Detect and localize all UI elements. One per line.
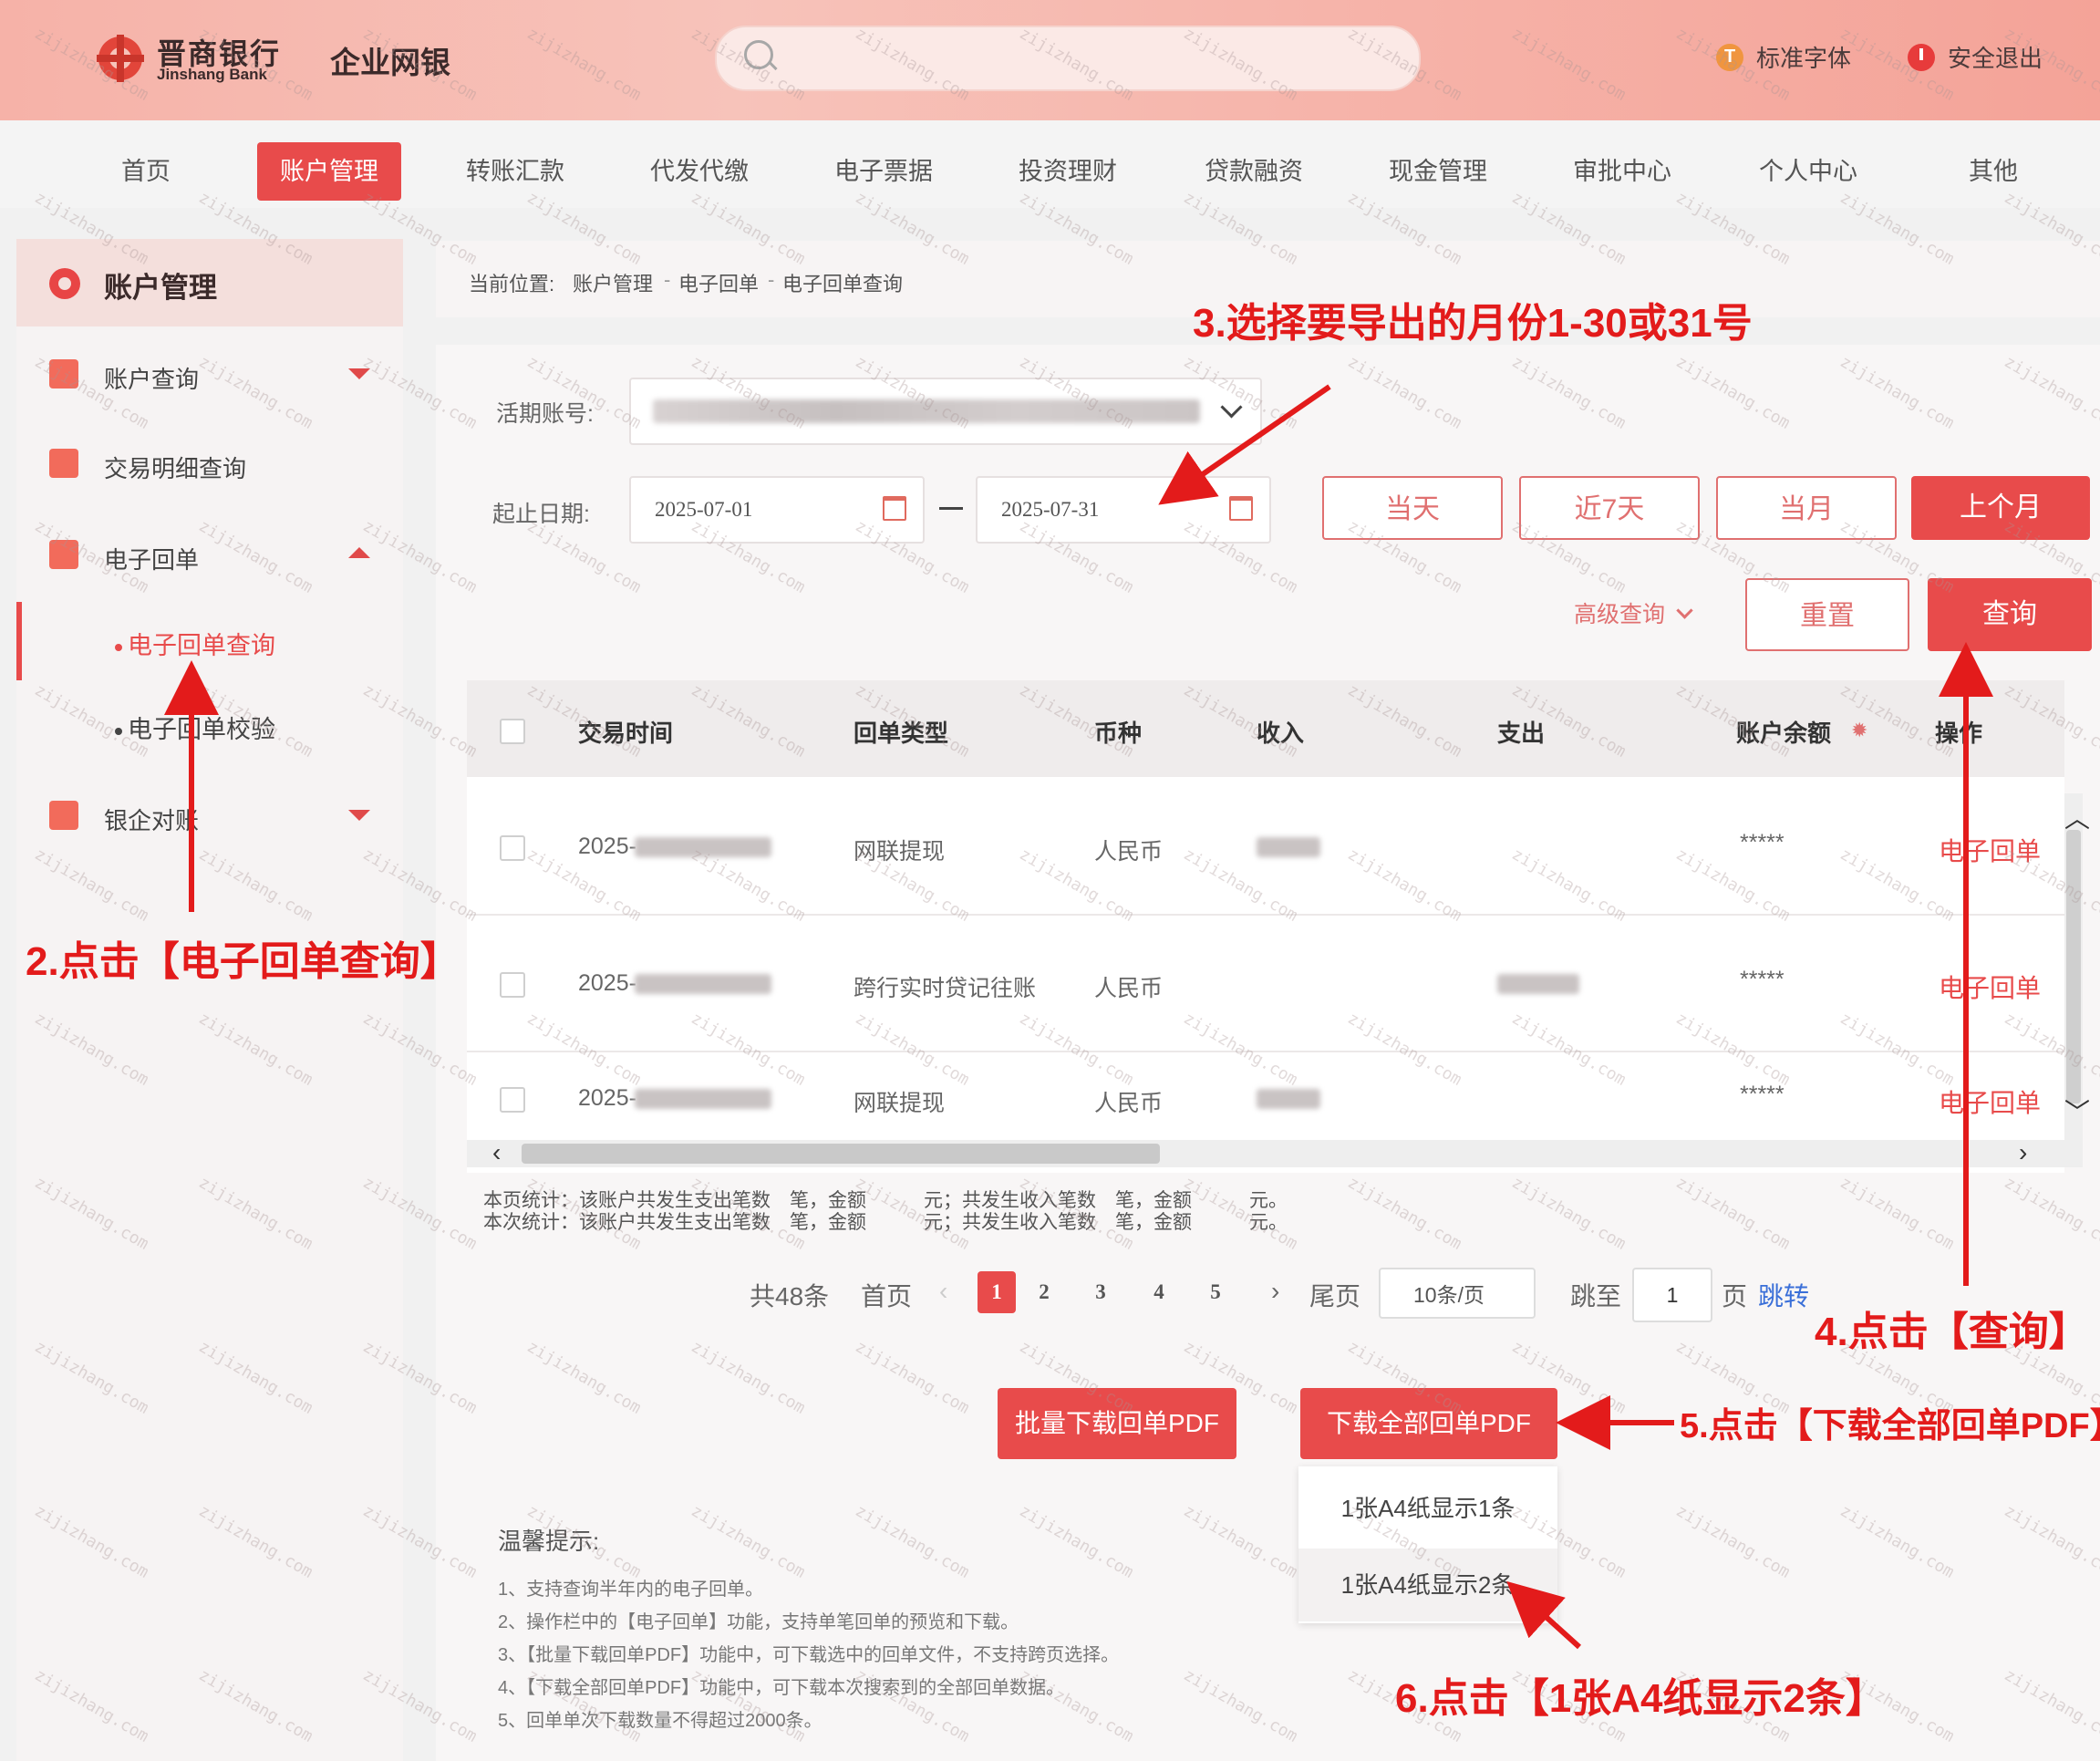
tip-item: 2、操作栏中的【电子回单】功能，支持单笔回单的预览和下载。 [498, 1612, 1019, 1632]
chevron-down-icon [348, 810, 370, 821]
last-month-button[interactable]: 上个月 [1911, 476, 2090, 540]
total-count: 共48条 [750, 1282, 830, 1310]
breadcrumb-item: 电子回单查询 [782, 273, 904, 295]
table-horizontal-scrollbar[interactable] [467, 1140, 2064, 1167]
nav-item-cash[interactable]: 现金管理 [1379, 142, 1497, 201]
scroll-right-icon[interactable]: › [2019, 1138, 2027, 1167]
gear-icon [49, 268, 80, 299]
reconcile-icon [49, 801, 78, 830]
advanced-query-toggle[interactable]: 高级查询 [1574, 596, 1693, 629]
page-unit: 页 [1722, 1282, 1748, 1310]
nav-item-bills[interactable]: 电子票据 [824, 142, 943, 201]
page-5[interactable]: 5 [1196, 1271, 1235, 1313]
nav-item-loan[interactable]: 贷款融资 [1195, 142, 1313, 201]
jump-label: 跳至 [1570, 1282, 1622, 1310]
annotation-step5: 5.点击【下载全部回单PDF】 [1680, 1407, 2100, 1445]
row-checkbox[interactable] [500, 835, 525, 861]
row-checkbox[interactable] [500, 972, 525, 998]
annotation-step2: 2.点击【电子回单查询】 [26, 939, 460, 984]
row-checkbox[interactable] [500, 1087, 525, 1113]
page-2[interactable]: 2 [1025, 1271, 1063, 1313]
page-3[interactable]: 3 [1081, 1271, 1120, 1313]
calendar-icon [883, 496, 906, 521]
sidebar-item-reconciliation[interactable]: 银企对账 [16, 790, 403, 844]
tip-item: 3、【批量下载回单PDF】功能中，可下载选中的回单文件，不支持跨页选择。 [498, 1645, 1120, 1665]
sidebar-title: 账户管理 [16, 239, 403, 326]
scroll-down-icon[interactable]: ﹀ [2064, 1093, 2090, 1129]
nav-item-account[interactable]: 账户管理 [257, 142, 401, 201]
nav-item-home[interactable]: 首页 [100, 142, 191, 201]
first-page-link[interactable]: 首页 [861, 1277, 912, 1313]
next-page-icon[interactable]: › [1271, 1277, 1279, 1306]
annotation-step3: 3.选择要导出的月份1-30或31号 [1193, 301, 1753, 346]
nav-item-other[interactable]: 其他 [1948, 142, 2039, 201]
chevron-up-icon [348, 547, 370, 558]
e-receipt-link[interactable]: 电子回单 [1939, 969, 2041, 1005]
last-page-link[interactable]: 尾页 [1309, 1277, 1360, 1313]
e-receipt-link[interactable]: 电子回单 [1939, 1083, 2041, 1120]
scroll-left-icon[interactable]: ‹ [492, 1138, 501, 1167]
jump-button[interactable]: 跳转 [1758, 1277, 1809, 1313]
main-nav: 首页 账户管理 转账汇款 代发代缴 电子票据 投资理财 贷款融资 现金管理 审批… [0, 120, 2100, 208]
sidebar-item-transactions[interactable]: 交易明细查询 [16, 438, 403, 492]
sidebar-subitem-receipt-query[interactable]: 电子回单查询 [115, 626, 275, 661]
calendar-icon [1229, 496, 1253, 521]
document-icon [49, 449, 78, 478]
receipt-table: 交易时间 回单类型 币种 收入 支出 账户余额 ✹ 操作 2025- 网联提现 … [467, 680, 2064, 1173]
page-4[interactable]: 4 [1140, 1271, 1178, 1313]
select-all-checkbox[interactable] [500, 719, 525, 744]
breadcrumb-item[interactable]: 账户管理 [573, 268, 653, 297]
annotation-step6: 6.点击【1张A4纸显示2条】 [1395, 1676, 1886, 1721]
sidebar-active-indicator [16, 602, 22, 680]
nav-item-transfer[interactable]: 转账汇款 [456, 142, 574, 201]
nav-item-approval[interactable]: 审批中心 [1563, 142, 1681, 201]
breadcrumb-item[interactable]: 电子回单 [678, 268, 759, 297]
annotation-step4: 4.点击【查询】 [1815, 1310, 2089, 1354]
date-separator [939, 507, 963, 510]
scroll-up-icon[interactable]: ︿ [2064, 799, 2090, 835]
page-1[interactable]: 1 [978, 1271, 1016, 1313]
jump-page-input[interactable]: 1 [1632, 1268, 1712, 1322]
page-size-select[interactable]: 10条/页 [1379, 1268, 1536, 1319]
prev-page-icon[interactable]: ‹ [939, 1277, 947, 1306]
eye-toggle-icon[interactable]: ✹ [1851, 719, 1867, 742]
